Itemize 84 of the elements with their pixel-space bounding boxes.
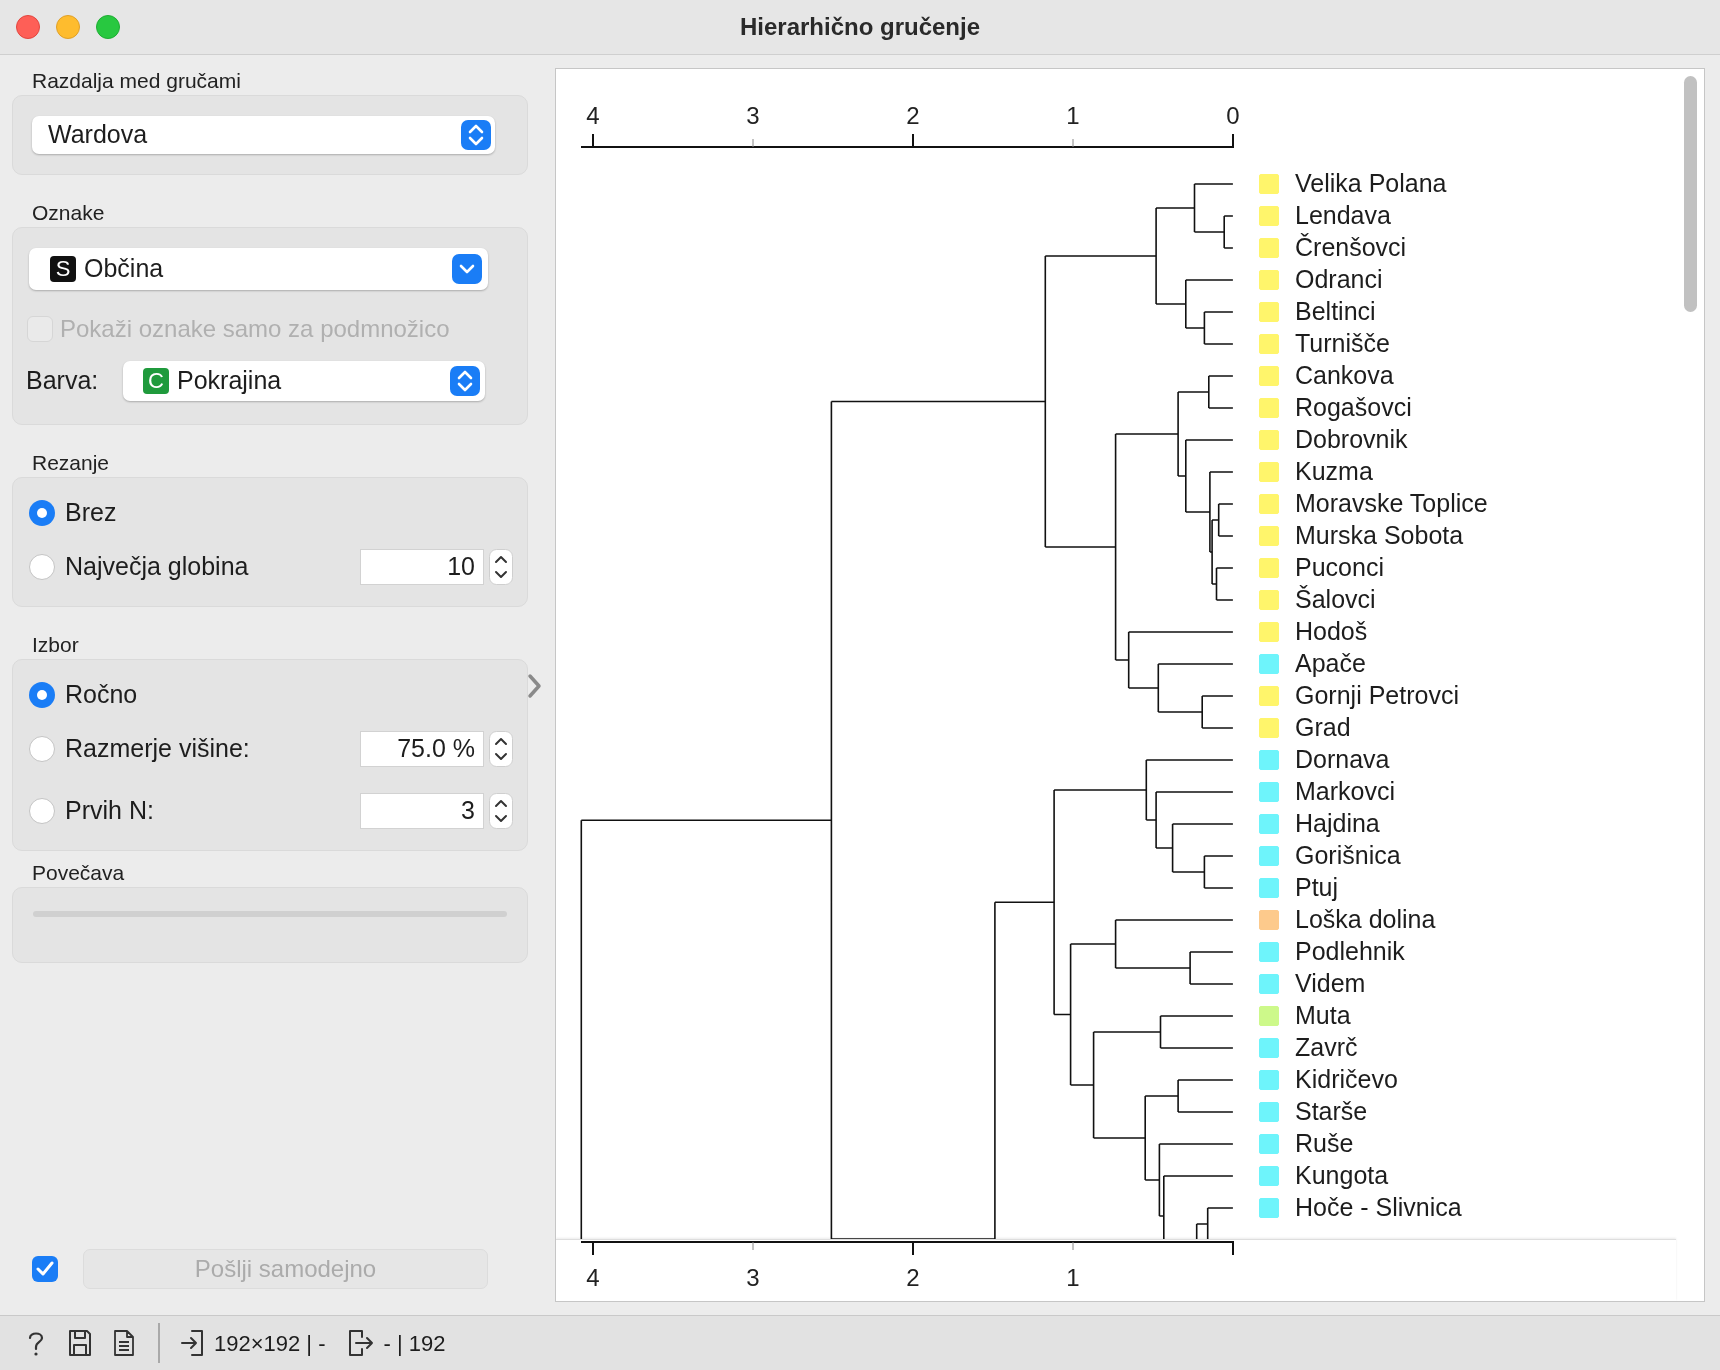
leaf-label: Dobrovnik [1295,424,1408,456]
leaf-label: Videm [1295,968,1366,1000]
leaf-label: Cankova [1295,360,1394,392]
leaf-label: Podlehnik [1295,936,1405,968]
leaf-label: Šalovci [1295,584,1376,616]
zoom-button[interactable] [96,15,120,39]
leaf-label: Loška dolina [1295,904,1436,936]
stepper-icon [450,366,480,396]
tick-label: 3 [746,102,760,129]
tick-label: 1 [1066,102,1080,129]
tick-label: 4 [586,102,600,129]
leaf-label: Gornji Petrovci [1295,680,1459,712]
leaf-label: Črenšovci [1295,232,1407,264]
leaf-label: Starše [1295,1096,1368,1128]
minimize-button[interactable] [56,15,80,39]
label-attribute-dropdown[interactable]: S Občina [29,248,488,290]
leaf-label: Murska Sobota [1295,520,1464,552]
radio-button[interactable] [29,554,55,580]
leaf-label: Hajdina [1295,808,1380,840]
scrollbar-thumb[interactable] [1684,76,1697,312]
tick-label: 2 [906,102,920,129]
document-icon[interactable] [112,1329,136,1357]
radio-button[interactable] [29,736,55,762]
number-field[interactable]: 75.0 % [360,731,484,767]
output-icon[interactable] [347,1329,374,1357]
leaf-label: Odranci [1295,264,1383,296]
linkage-dropdown[interactable]: Wardova [32,116,495,154]
tick-label: 3 [746,1264,760,1291]
output-summary: - | 192 [383,1329,446,1358]
radio-label: Ročno [65,679,138,711]
save-icon[interactable] [68,1329,92,1357]
stepper-icon [461,120,491,150]
stepper-control [489,793,513,829]
number-field[interactable]: 10 [360,549,484,585]
stepper-control [489,731,513,767]
tick-label: 4 [586,1264,600,1291]
chevron-right-icon[interactable] [527,673,543,699]
tick-label: 2 [906,1264,920,1291]
radio-button[interactable] [29,682,55,708]
leaf-label: Turnišče [1295,328,1390,360]
number-field[interactable]: 3 [360,793,484,829]
radio-label: Prvih N: [65,795,154,827]
attribute-type-badge: S [50,256,76,282]
window-title: Hierarhično gručenje [739,12,981,42]
leaf-label: Ptuj [1295,872,1339,904]
attribute-type-badge: C [143,368,169,394]
section-heading: Povečava [31,861,126,885]
leaf-label: Grad [1295,712,1351,744]
radio-label: Razmerje višine: [65,733,250,765]
leaf-label: Hodoš [1295,616,1368,648]
leaf-label: Ruše [1295,1128,1354,1160]
leaf-label: Beltinci [1295,296,1376,328]
field-label: Barva: [26,365,100,397]
radio-button[interactable] [29,500,55,526]
radio-button[interactable] [29,798,55,824]
section-heading: Rezanje [31,451,111,475]
tick-label: 0 [1226,102,1240,129]
radio-label: Brez [65,497,117,529]
leaf-label: Hoče - Slivnica [1295,1192,1462,1224]
leaf-label: Puconci [1295,552,1384,584]
leaf-label: Rogašovci [1295,392,1412,424]
leaf-label: Lendava [1295,200,1391,232]
input-icon[interactable] [180,1329,204,1357]
color-attribute-dropdown[interactable]: C Pokrajina [123,361,485,401]
tick-label: 1 [1066,1264,1080,1291]
close-button[interactable] [16,15,40,39]
leaf-label: Zavrč [1295,1032,1358,1064]
leaf-label: Moravske Toplice [1295,488,1488,520]
leaf-label: Markovci [1295,776,1395,808]
stepper-control [489,549,513,585]
leaf-label: Gorišnica [1295,840,1401,872]
radio-label: Največja globina [65,551,249,583]
section-heading: Razdalja med gručami [31,69,242,93]
leaf-label: Muta [1295,1000,1351,1032]
chevron-down-icon [452,254,482,284]
input-summary: 192×192 | - [214,1329,326,1358]
leaf-label: Kidričevo [1295,1064,1398,1096]
leaf-label: Kungota [1295,1160,1389,1192]
section-heading: Oznake [31,201,106,225]
leaf-label: Velika Polana [1295,168,1447,200]
leaf-label: Apače [1295,648,1366,680]
leaf-label: Dornava [1295,744,1390,776]
leaf-label: Kuzma [1295,456,1373,488]
section-heading: Izbor [31,633,80,657]
